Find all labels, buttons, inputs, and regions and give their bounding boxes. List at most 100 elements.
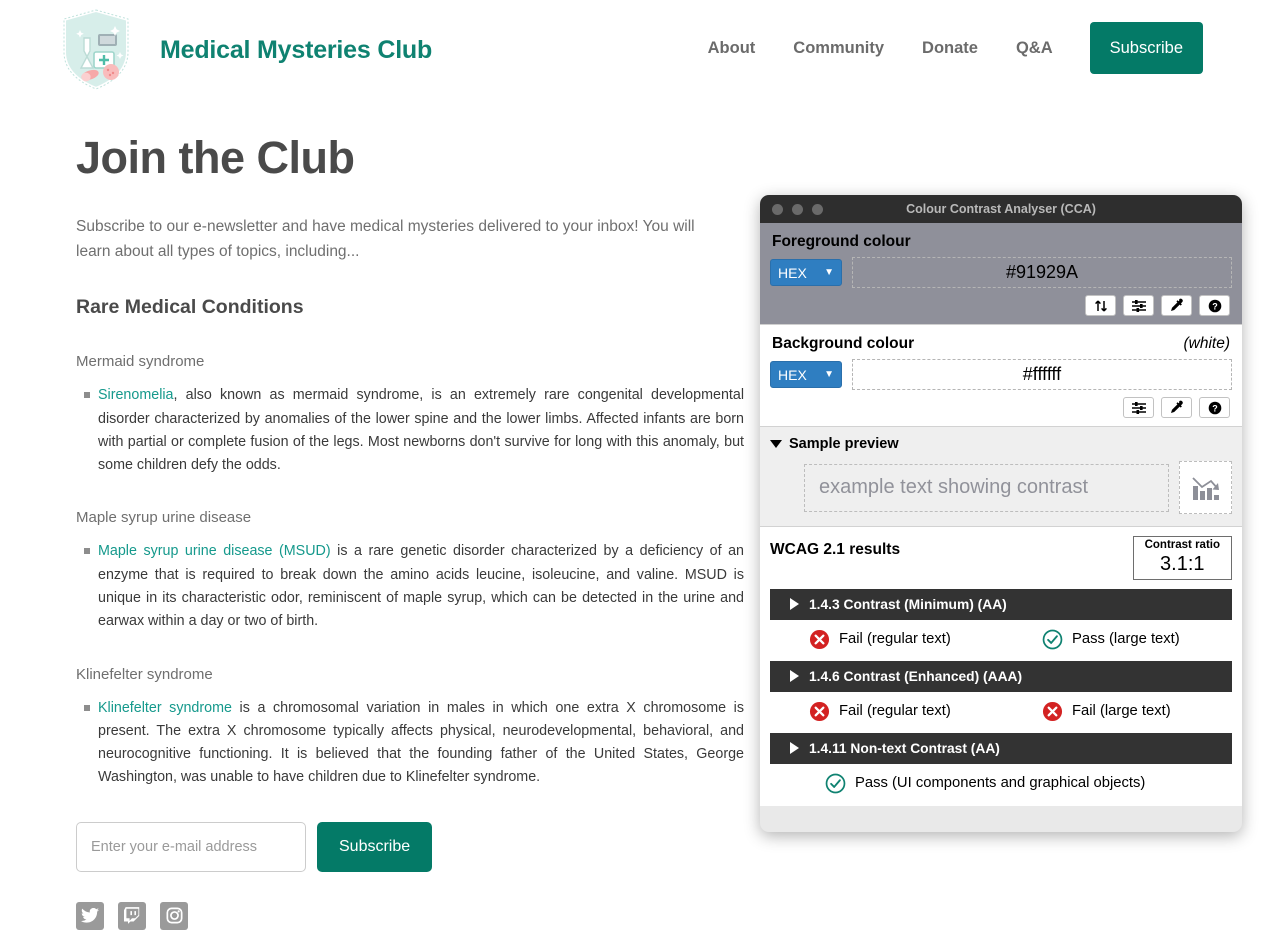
criterion-1411-title: 1.4.11 Non-text Contrast (AA) [809,740,1000,756]
shield-lab-logo-icon [60,8,132,92]
criterion-146-header[interactable]: 1.4.6 Contrast (Enhanced) (AAA) [770,660,1232,692]
condition-list-1: Maple syrup urine disease (MSUD) is a ra… [76,540,744,633]
foreground-label: Foreground colour [772,233,911,250]
foreground-row: HEX ▼ #91929A [770,257,1232,288]
condition-list-0: Sirenomelia, also known as mermaid syndr… [76,384,744,477]
condition-link-0[interactable]: Sirenomelia [98,387,174,403]
close-button[interactable] [772,203,783,215]
fail-icon [809,629,830,649]
background-format-value: HEX [778,366,807,383]
criterion-143-title: 1.4.3 Contrast (Minimum) (AA) [809,596,1007,612]
page-title: Join the Club [76,132,355,183]
criterion-143-header[interactable]: 1.4.3 Contrast (Minimum) (AA) [770,588,1232,620]
condition-body-0: , also known as mermaid syndrome, is an … [98,387,744,474]
nav-link-community[interactable]: Community [774,22,903,74]
minimize-button[interactable] [792,203,803,215]
pass-icon [1042,629,1063,650]
foreground-head: Foreground colour [770,233,1232,257]
criterion-1411-header[interactable]: 1.4.11 Non-text Contrast (AA) [770,732,1232,764]
chevron-down-icon: ▼ [824,266,834,278]
help-icon[interactable]: ? [1199,295,1230,316]
maximize-button[interactable] [812,203,823,215]
foreground-format-select[interactable]: HEX ▼ [770,259,842,286]
wcag-results-title: WCAG 2.1 results [770,541,901,558]
sample-preview-label: Sample preview [789,436,899,452]
foreground-format-value: HEX [778,264,807,281]
eyedropper-icon[interactable] [1161,295,1192,316]
main-content: Join the Club Subscribe to our e-newslet… [76,132,744,930]
nav-subscribe-button[interactable]: Subscribe [1089,22,1203,74]
twitter-icon[interactable] [76,901,104,930]
foreground-colour-input[interactable]: #91929A [852,257,1232,288]
email-input[interactable] [76,821,306,872]
background-icon-row: ? [770,397,1232,418]
pass-icon [825,773,846,794]
list-item: Maple syrup urine disease (MSUD) is a ra… [84,540,744,633]
section-title: Rare Medical Conditions [76,296,304,319]
verdict-label: Fail (regular text) [839,631,951,648]
sliders-icon[interactable] [1123,295,1154,316]
declining-bar-chart-icon [1179,461,1232,514]
background-note: (white) [1183,335,1230,352]
verdict-label: Fail (regular text) [839,703,951,720]
verdict-pass-nontext: Pass (UI components and graphical object… [770,773,1145,794]
list-item: Klinefelter syndrome is a chromosomal va… [84,697,744,790]
verdict-pass-large: Pass (large text) [1036,629,1180,650]
background-head: Background colour (white) [770,335,1232,359]
foreground-panel: Foreground colour HEX ▼ #91929A ? [760,223,1242,324]
wcag-results-panel: WCAG 2.1 results Contrast ratio 3.1:1 1.… [760,526,1242,806]
cca-window-title: Colour Contrast Analyser (CCA) [906,202,1096,216]
social-links [76,901,726,930]
condition-link-1[interactable]: Maple syrup urine disease (MSUD) [98,543,331,559]
brand-name: Medical Mysteries Club [160,35,433,64]
svg-text:?: ? [1212,301,1218,311]
background-colour-input[interactable]: #ffffff [852,359,1232,390]
background-format-select[interactable]: HEX ▼ [770,361,842,388]
contrast-ratio-box: Contrast ratio 3.1:1 [1132,536,1232,580]
contrast-ratio-value: 3.1:1 [1160,552,1205,575]
fail-icon [1042,701,1063,721]
background-row: HEX ▼ #ffffff [770,359,1232,390]
brand[interactable]: Medical Mysteries Club [60,8,432,92]
eyedropper-icon[interactable] [1161,397,1192,418]
svg-text:?: ? [1212,403,1218,413]
condition-list-2: Klinefelter syndrome is a chromosomal va… [76,697,744,790]
verdict-label: Pass (large text) [1072,631,1180,648]
nav-link-donate[interactable]: Donate [903,22,997,74]
chevron-down-icon [770,440,782,448]
condition-link-2[interactable]: Klinefelter syndrome [98,700,232,716]
help-icon[interactable]: ? [1199,397,1230,418]
site-header: Medical Mysteries Club About Community D… [0,0,1275,100]
subscribe-form: Subscribe [76,821,726,872]
verdict-fail-regular: Fail (regular text) [770,701,1036,722]
foreground-icon-row: ? [770,295,1232,316]
fail-icon [809,701,830,721]
swap-colours-icon[interactable] [1085,295,1116,316]
criterion-146-verdicts: Fail (regular text) Fail (large text) [770,692,1232,724]
wcag-results-head: WCAG 2.1 results Contrast ratio 3.1:1 [770,536,1232,580]
condition-heading-2: Klinefelter syndrome [76,665,213,683]
criterion-1411-verdicts: Pass (UI components and graphical object… [770,764,1232,796]
window-controls [772,203,823,215]
verdict-fail-regular: Fail (regular text) [770,629,1036,650]
chevron-right-icon [790,598,799,611]
sample-preview-toggle[interactable]: Sample preview [770,436,1232,452]
instagram-icon[interactable] [160,901,188,930]
sample-preview-row: example text showing contrast [770,461,1232,514]
verdict-label: Pass (UI components and graphical object… [855,775,1146,792]
criterion-143-verdicts: Fail (regular text) Pass (large text) [770,620,1232,652]
cca-titlebar[interactable]: Colour Contrast Analyser (CCA) [760,195,1242,223]
condition-heading-1: Maple syrup urine disease [76,509,252,527]
cca-window: Colour Contrast Analyser (CCA) Foregroun… [760,195,1242,832]
form-subscribe-button[interactable]: Subscribe [317,821,433,872]
verdict-fail-large: Fail (large text) [1036,701,1171,722]
chevron-right-icon [790,742,799,755]
criterion-146-title: 1.4.6 Contrast (Enhanced) (AAA) [809,668,1023,684]
sample-text-input[interactable]: example text showing contrast [804,463,1169,512]
nav-link-about[interactable]: About [708,22,775,74]
nav-link-qa[interactable]: Q&A [997,22,1072,74]
sliders-icon[interactable] [1123,397,1154,418]
twitch-icon[interactable] [118,901,146,930]
background-panel: Background colour (white) HEX ▼ #ffffff [760,324,1242,426]
condition-heading-0: Mermaid syndrome [76,353,205,371]
